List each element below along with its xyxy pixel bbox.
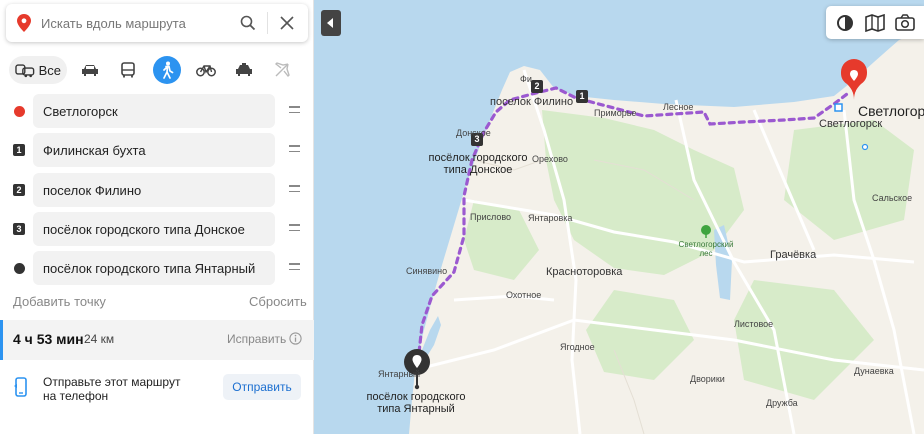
mode-all-label: Все [38,62,61,78]
taxi-icon [236,63,252,76]
layers-icon [837,14,853,31]
map-label-yagodnoe: Ягодное [560,342,595,352]
route-summary[interactable]: 4 ч 53 мин 24 км Исправить [0,320,314,360]
collapse-sidebar-button[interactable] [321,10,341,36]
map-label-orekhovo: Орехово [532,154,568,164]
phone-icon [14,377,27,397]
map-label-lesnoe: Лесное [663,102,694,112]
transport-modes: Все [9,56,309,84]
map-controls [826,6,924,39]
multimodal-icon [15,64,35,78]
drag-handle-icon[interactable] [289,145,300,154]
plane-icon [274,62,290,78]
map-label-yantarny: посёлок городского типа Янтарный [358,391,474,415]
car-icon [82,65,98,76]
photo-button[interactable] [894,12,916,34]
map-label-svetlogorsk: Светлогорск [858,103,924,119]
send-text-line1: Отправьте этот маршрут [43,375,181,389]
info-icon[interactable] [289,332,302,345]
map-label-okhotnoe: Охотное [506,290,542,300]
pedestrian-icon [163,61,174,79]
waypoint-number-marker: 1 [13,144,25,156]
location-pin-icon [17,14,31,32]
map-canvas[interactable]: Фи поселок Филино Приморье Лесное Светло… [314,0,924,434]
yantarny-line2: типа Янтарный [377,403,455,415]
route-point-field[interactable]: поселок Филино [33,173,275,207]
panorama-button[interactable] [864,12,886,34]
mode-bike-button[interactable] [193,56,219,84]
map-label-salskoe: Сальское [872,193,913,203]
mode-walk-button[interactable] [153,56,181,84]
waypoint-number-marker: 2 [13,184,25,196]
route-point-waypoint: 3 посёлок городского типа Донское [0,212,314,246]
layers-toggle-button[interactable] [834,12,856,34]
add-point-link[interactable]: Добавить точку [13,294,106,309]
route-point-field[interactable]: посёлок городского типа Янтарный [33,251,275,285]
drag-handle-icon[interactable] [289,224,300,233]
drag-handle-icon[interactable] [289,106,300,115]
map-label-grachevka: Грачёвка [770,249,817,261]
forest-line1: Светлогорский [678,240,734,249]
map-label-svetlogorsk-station: Светлогорск [819,118,883,130]
mode-taxi-button[interactable] [231,56,257,84]
report-issue-link[interactable]: Исправить [227,332,286,346]
close-icon[interactable] [277,13,297,33]
donskoe-line2: типа Донское [443,164,513,176]
camera-icon [895,13,915,31]
chevron-left-icon [327,18,333,28]
route-point-field[interactable]: Светлогорск [33,94,275,128]
send-button[interactable]: Отправить [223,374,301,400]
route-point-field[interactable]: посёлок городского типа Донское [33,212,275,246]
search-icon[interactable] [238,13,258,33]
route-point-waypoint: 1 Филинская бухта [0,133,314,167]
mode-transit-button[interactable] [115,56,141,84]
map-label-druzhba: Дружба [766,398,798,408]
waypoint-badge-2: 2 [534,81,540,91]
map-label-donskoe: посёлок городского типа Донское [422,152,534,176]
waypoint-badge-1: 1 [579,91,585,101]
route-search-input[interactable] [41,15,216,31]
route-sidebar: Все Светлогорск 1 Филинская бухта [0,0,314,434]
donskoe-line1: посёлок городского [428,152,528,164]
drag-handle-icon[interactable] [289,185,300,194]
waypoint-number-marker: 3 [13,223,25,235]
map-label-filino: поселок Филино [490,96,574,108]
start-marker-icon [14,106,25,117]
drag-handle-icon[interactable] [289,263,300,272]
map-label-dvoriki: Дворики [690,374,725,384]
reset-link[interactable]: Сбросить [249,294,307,309]
send-text-line2: на телефон [43,389,109,403]
send-to-phone-text: Отправьте этот маршрут на телефон [43,375,193,403]
route-point-waypoint: 2 поселок Филино [0,173,314,207]
bicycle-icon [196,65,216,77]
mode-car-button[interactable] [77,56,103,84]
route-point-end: посёлок городского типа Янтарный [0,251,314,285]
route-distance: 24 км [84,332,115,346]
end-marker-icon [14,263,25,274]
route-point-start: Светлогорск [0,94,314,128]
bus-icon [121,62,135,78]
map-label-primorye: Приморье [594,108,637,118]
forest-line2: лес [699,249,713,258]
map-label-sinyavino: Синявино [406,266,448,276]
route-point-field[interactable]: Филинская бухта [33,133,275,167]
route-duration: 4 ч 53 мин [13,331,84,347]
map-label-forest: Светлогорский лес [666,240,746,258]
map-label-prislovo: Прислово [470,212,512,222]
map-label-yantarovka: Янтаровка [528,213,573,223]
waypoint-badge-3: 3 [474,134,480,144]
search-divider [267,12,268,34]
map-label-dunaevka: Дунаевка [854,366,894,376]
mode-all-button[interactable]: Все [9,56,67,84]
route-search-box [6,4,308,42]
mode-plane-button[interactable] [269,56,295,84]
map-book-icon [865,13,885,32]
selected-route-indicator [0,320,3,360]
map-label-listovoe: Листовое [734,319,774,329]
yantarny-line1: посёлок городского [366,391,466,403]
map-label-yantarny-short: Янтарный [378,369,420,379]
map-label-krasnotorovka: Красноторовка [546,266,623,278]
